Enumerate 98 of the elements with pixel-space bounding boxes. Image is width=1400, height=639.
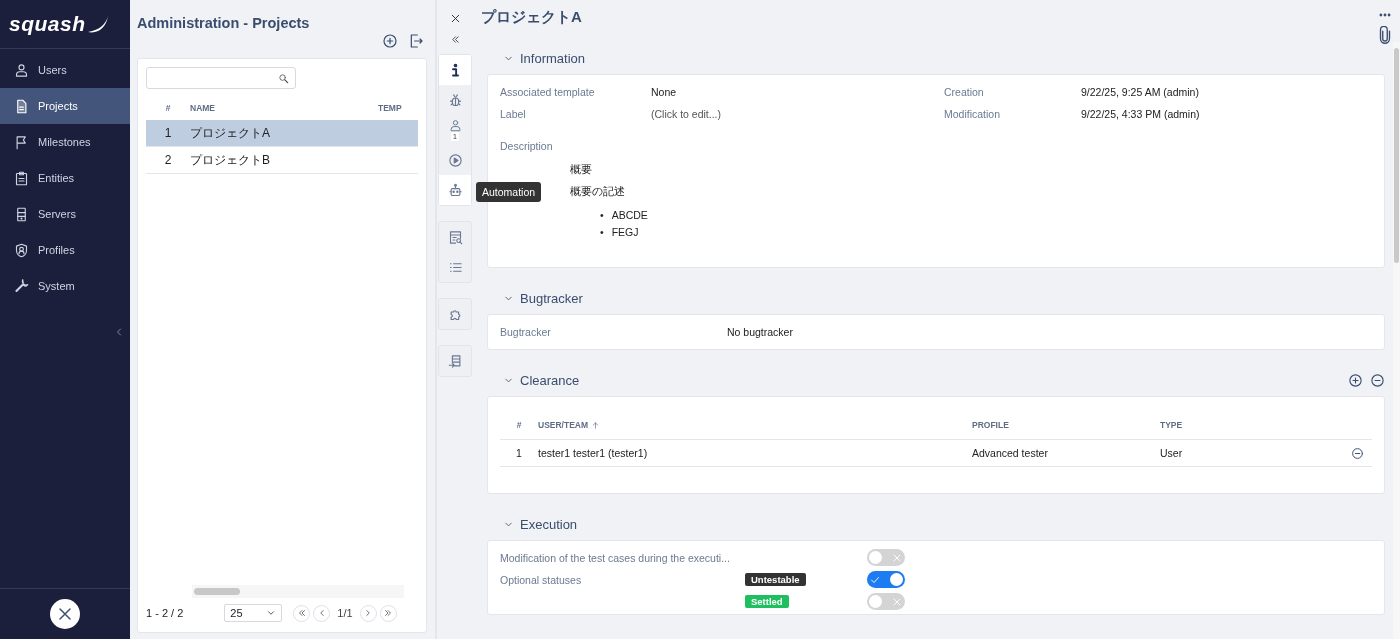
section-heading: Information [520, 50, 587, 66]
side-tab[interactable] [439, 55, 471, 85]
table-row[interactable]: 1 プロジェクトA [146, 120, 418, 147]
nav-item[interactable]: Projects [0, 88, 130, 124]
column-header[interactable]: USER/TEAM [538, 420, 589, 430]
double-chevron-icon [449, 34, 461, 45]
field-label: Optional statuses [500, 573, 583, 586]
field-label: Associated template [500, 86, 596, 98]
field-label: Bugtracker [500, 326, 552, 338]
column-header: TYPE [1160, 420, 1184, 430]
field-label: Modification [944, 108, 1002, 120]
remove-button[interactable] [1370, 372, 1385, 388]
play-icon [447, 152, 463, 168]
double-chevron-icon [296, 608, 307, 618]
field-label: Label [500, 108, 527, 120]
nav-icon [14, 242, 29, 258]
field-value: 9/22/25, 9:25 AM (admin) [1081, 86, 1200, 98]
page-indicator: 1/1 [337, 607, 353, 619]
collapse-button[interactable] [449, 34, 461, 45]
tooltip: Automation [476, 182, 542, 202]
field-value: No bugtracker [727, 326, 794, 338]
status-badge: Settled [745, 595, 789, 608]
table-cell-text: User [1160, 447, 1184, 459]
bullet-mark: • [600, 208, 604, 223]
bug-icon [447, 92, 463, 108]
table-cell-text: プロジェクトA [190, 124, 271, 142]
section-heading: Bugtracker [520, 290, 584, 306]
description-heading: 概要 [570, 162, 593, 177]
field-value: None [651, 86, 678, 98]
nav-item[interactable]: Users [0, 52, 130, 88]
field-label: Description [500, 140, 554, 152]
field-value: 9/22/25, 4:33 PM (admin) [1081, 108, 1201, 120]
nav-item[interactable]: Entities [0, 160, 130, 196]
nav-item[interactable]: Profiles [0, 232, 130, 268]
nav-item[interactable]: System [0, 268, 130, 304]
field-label: Modification of the test cases during the executi... [500, 551, 731, 564]
select-value: 25 [230, 607, 243, 619]
editable-placeholder[interactable]: (Click to edit...) [651, 108, 944, 120]
page-title: Administration - Projects [137, 15, 311, 31]
table-cell-text: tester1 tester1 (tester1) [538, 447, 649, 459]
next-page-button[interactable] [359, 604, 377, 622]
nav-item[interactable]: Servers [0, 196, 130, 232]
column-header: PROFILE [972, 420, 1010, 430]
scrollbar-thumb[interactable] [194, 588, 240, 595]
nav-icon [14, 170, 29, 186]
caret-icon [266, 608, 277, 618]
nav-item[interactable]: Milestones [0, 124, 130, 160]
column-header: # [515, 420, 523, 430]
remove-icon [1350, 446, 1364, 460]
toggle-switch[interactable] [867, 571, 905, 588]
nav-icon [14, 206, 29, 222]
project-title: プロジェクトA [481, 8, 582, 27]
table-row[interactable]: 2 プロジェクトB [146, 147, 418, 174]
sort-arrow-icon [591, 420, 601, 430]
search-field[interactable] [146, 67, 296, 89]
bullet-mark: • [600, 225, 604, 240]
nav-icon [14, 98, 29, 114]
toggle-switch[interactable] [867, 549, 905, 566]
table-cell-text: プロジェクトB [190, 151, 271, 169]
toggle-switch[interactable] [867, 593, 905, 610]
table-cell-text: 2 [163, 153, 173, 167]
person-icon [448, 119, 462, 132]
table-cell-text: Advanced tester [972, 447, 1049, 459]
document-search-icon [447, 229, 463, 245]
list-item: ABCDE [611, 208, 648, 223]
export-button[interactable] [408, 33, 424, 49]
nav-icon [14, 278, 29, 294]
column-header: NAME [190, 103, 217, 113]
range-text: 1 - 2 / 2 [146, 607, 184, 619]
page-size-select[interactable]: 25 [224, 604, 283, 622]
close-button[interactable] [50, 599, 80, 629]
robot-icon [447, 182, 463, 198]
add-button[interactable] [382, 33, 398, 49]
section-heading: Clearance [520, 372, 581, 388]
double-chevron-icon [383, 608, 394, 618]
status-badge: Untestable [745, 573, 806, 586]
table-cell-text: 1 [515, 447, 523, 459]
nav-icon [14, 134, 29, 150]
table-cell-text: 1 [163, 126, 173, 140]
section-heading: Execution [520, 516, 579, 532]
export-icon [408, 33, 424, 49]
field-label: Creation [944, 86, 985, 98]
add-icon [382, 33, 398, 49]
add-button[interactable] [1348, 372, 1363, 388]
remove-button[interactable] [1350, 446, 1364, 460]
last-page-button[interactable] [379, 604, 397, 622]
import-icon [447, 353, 463, 369]
scrollbar-thumb[interactable] [1394, 48, 1399, 263]
search-icon [278, 72, 289, 84]
add-icon [1348, 372, 1363, 388]
nav-icon [14, 62, 29, 78]
first-page-button[interactable] [293, 604, 311, 622]
description-text: 概要の記述 [570, 185, 626, 199]
remove-icon [1370, 372, 1385, 388]
list-item: FEGJ [611, 225, 639, 240]
column-header: TEMP [378, 103, 403, 113]
column-header: # [164, 103, 172, 113]
logo-text: squash [9, 12, 86, 36]
